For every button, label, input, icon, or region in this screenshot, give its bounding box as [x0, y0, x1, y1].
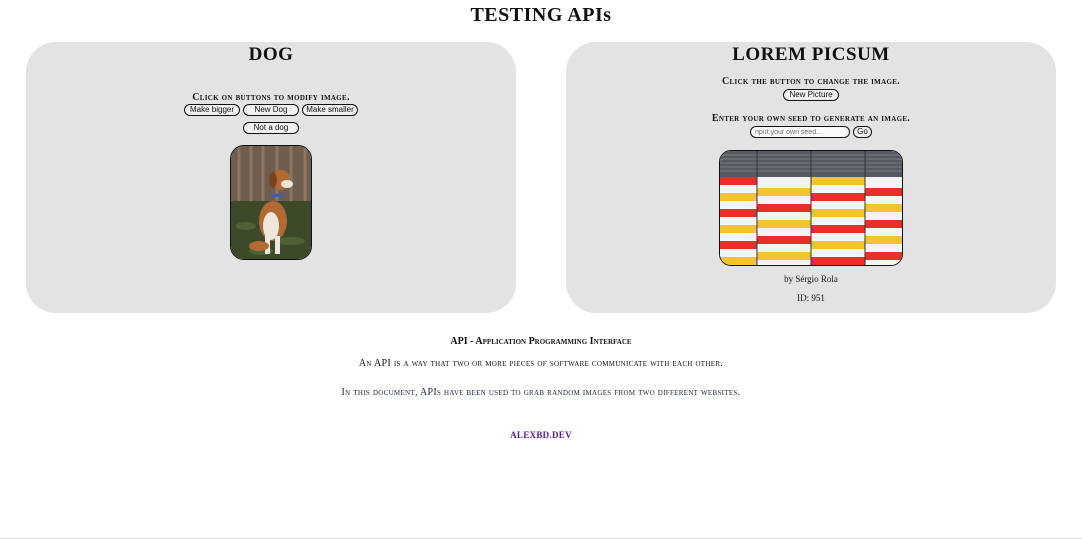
lorem-card: LOREM PICSUM Click the button to change … [566, 42, 1056, 313]
lorem-image [719, 150, 903, 266]
api-description: An API is a way that two or more pieces … [358, 358, 724, 369]
lorem-instruction: Click the button to change the image. [722, 76, 900, 87]
new-dog-button[interactable]: New Dog [243, 104, 299, 116]
seed-input[interactable] [750, 126, 850, 138]
striped-building-photo-icon [720, 151, 902, 265]
dog-card: DOG Click on buttons to modify image. Ma… [26, 42, 516, 313]
page-title: TESTING APIs [470, 4, 612, 26]
image-id: ID: 951 [797, 293, 825, 303]
api-usage-note: In this document, APIs have been used to… [341, 387, 741, 398]
image-author: by Sérgio Rola [784, 274, 838, 284]
not-a-dog-button[interactable]: Not a dog [243, 122, 299, 134]
make-smaller-button[interactable]: Make smaller [302, 104, 358, 116]
footer-site-link[interactable]: ALEXBD.DEV [0, 430, 1082, 440]
dog-image [230, 145, 312, 260]
make-bigger-button[interactable]: Make bigger [184, 104, 240, 116]
go-button[interactable]: Go [853, 126, 872, 138]
new-picture-button[interactable]: New Picture [783, 89, 839, 101]
dog-photo-icon [231, 146, 311, 259]
dog-card-title: DOG [248, 44, 294, 65]
dog-instruction: Click on buttons to modify image. [192, 92, 350, 103]
api-heading: API - Application Programming Interface [450, 336, 632, 347]
seed-instruction: Enter your own seed to generate an image… [711, 113, 911, 124]
lorem-card-title: LOREM PICSUM [732, 44, 890, 65]
bottom-divider [0, 538, 1082, 539]
